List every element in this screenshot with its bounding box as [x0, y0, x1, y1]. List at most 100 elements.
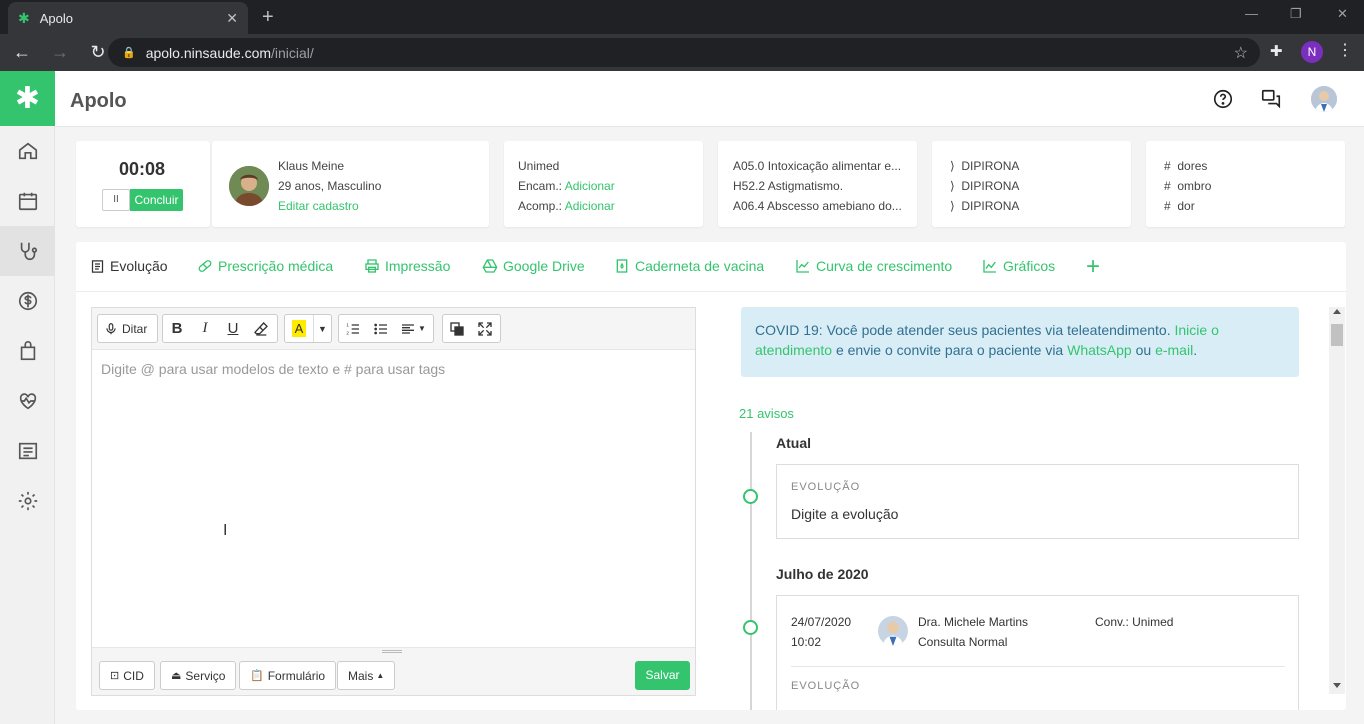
- area-chart-icon: [983, 260, 996, 273]
- entry-doctor: Dra. Michele Martins: [918, 615, 1029, 629]
- scrollbar-thumb[interactable]: [1331, 324, 1343, 346]
- app-title: Apolo: [70, 90, 127, 112]
- id-card-icon: ⊡: [110, 670, 120, 682]
- address-bar[interactable]: 🔒 apolo.ninsaude.com/inicial/ ☆: [108, 38, 1260, 67]
- browser-profile-avatar[interactable]: N: [1301, 41, 1323, 63]
- tags-card[interactable]: # dores # ombro # dor: [1146, 141, 1345, 227]
- covid-text: COVID 19: Você pode atender seus pacient…: [755, 322, 1171, 338]
- timeline-pane: COVID 19: Você pode atender seus pacient…: [726, 292, 1331, 710]
- diagnoses-card[interactable]: A05.0 Intoxicação alimentar e... H52.2 A…: [718, 141, 917, 227]
- main-panel: Evolução Prescrição médica Impressão Goo…: [76, 242, 1346, 710]
- restore-icon[interactable]: ❐: [1290, 6, 1302, 22]
- translate-icon[interactable]: [443, 315, 471, 342]
- editor-resize-handle[interactable]: [92, 647, 695, 655]
- help-icon[interactable]: [1212, 88, 1234, 113]
- view-group: [442, 314, 501, 343]
- scroll-up-icon[interactable]: [1333, 309, 1341, 314]
- pause-button[interactable]: II: [102, 189, 130, 211]
- sidebar-item-reports[interactable]: [0, 426, 55, 476]
- user-avatar[interactable]: [1311, 86, 1337, 112]
- covid-text: e envie o convite para o paciente via: [835, 342, 1064, 358]
- medications-card[interactable]: ⟩ DIPIRONA ⟩ DIPIRONA ⟩ DIPIRONA: [932, 141, 1131, 227]
- list-group: 12 ▼: [338, 314, 434, 343]
- minimize-icon[interactable]: —: [1245, 6, 1258, 21]
- current-evolution-card[interactable]: EVOLUÇÃO Digite a evolução: [776, 464, 1299, 539]
- tab-google-drive[interactable]: Google Drive: [482, 258, 585, 274]
- timeline-dot: [743, 620, 758, 635]
- extensions-icon[interactable]: ✚: [1270, 42, 1283, 60]
- vaccine-book-icon: [616, 259, 628, 273]
- acomp-label: Acomp.:: [518, 199, 563, 213]
- sidebar-item-calendar[interactable]: [0, 176, 55, 226]
- form-label: Formulário: [267, 668, 326, 683]
- tab-impressao[interactable]: Impressão: [364, 258, 450, 274]
- line-chart-icon: [796, 260, 809, 273]
- service-button[interactable]: ⏏ Serviço: [160, 661, 237, 690]
- sidebar-item-home[interactable]: [0, 126, 55, 176]
- italic-icon[interactable]: I: [191, 315, 219, 342]
- highlight-color-icon[interactable]: A: [285, 315, 313, 342]
- timeline-dot: [743, 489, 758, 504]
- caret-up-icon: ▲: [376, 671, 385, 680]
- sidebar-item-health[interactable]: [0, 376, 55, 426]
- sidebar-item-attendance[interactable]: [0, 226, 55, 276]
- tab-label: Impressão: [385, 258, 451, 274]
- insurance-card: Unimed Encam.: Adicionar Acomp.: Adicion…: [504, 141, 703, 227]
- save-button[interactable]: Salvar: [635, 661, 690, 690]
- window-close-icon[interactable]: ✕: [1337, 6, 1348, 22]
- scroll-down-icon[interactable]: [1333, 683, 1341, 688]
- dollar-icon: [18, 291, 37, 311]
- report-icon: [18, 442, 37, 460]
- email-link[interactable]: e-mail: [1155, 342, 1193, 358]
- sidebar-item-finance[interactable]: [0, 276, 55, 326]
- tab-label: Curva de crescimento: [816, 258, 953, 274]
- timeline-entry-card[interactable]: 24/07/2020 10:02 Dra. Michele Martins Co…: [776, 595, 1299, 710]
- format-group: B I U: [162, 314, 278, 343]
- dictate-button[interactable]: Ditar: [97, 314, 158, 343]
- entry-type: Consulta Normal: [918, 635, 1008, 649]
- tab-curva-crescimento[interactable]: Curva de crescimento: [795, 258, 952, 274]
- ordered-list-icon[interactable]: 12: [339, 315, 367, 342]
- stethoscope-icon: [20, 242, 37, 261]
- add-acomp-link[interactable]: Adicionar: [565, 199, 615, 213]
- add-encam-link[interactable]: Adicionar: [565, 179, 615, 193]
- patient-card: Klaus Meine 29 anos, Masculino Editar ca…: [212, 141, 489, 227]
- tab-evolucao[interactable]: Evolução: [90, 258, 168, 274]
- bullet-list-icon[interactable]: [367, 315, 395, 342]
- underline-icon[interactable]: U: [219, 315, 247, 342]
- timer-value: 00:08: [119, 159, 166, 179]
- whatsapp-link[interactable]: WhatsApp: [1067, 342, 1132, 358]
- browser-menu-icon[interactable]: ⋮: [1337, 40, 1353, 60]
- finish-button[interactable]: Concluir: [130, 189, 183, 211]
- url-domain: apolo.ninsaude.com: [145, 44, 272, 61]
- alerts-count-link[interactable]: 21 avisos: [739, 406, 794, 421]
- new-tab-icon[interactable]: +: [262, 6, 274, 29]
- more-button[interactable]: Mais ▲: [337, 661, 396, 690]
- add-tab-icon[interactable]: +: [1086, 253, 1100, 281]
- tab-graficos[interactable]: Gráficos: [982, 258, 1055, 274]
- browser-tab[interactable]: ✱ Apolo ✕: [8, 2, 248, 34]
- fullscreen-icon[interactable]: [471, 315, 499, 342]
- forward-icon[interactable]: →: [44, 42, 76, 63]
- bookmark-star-icon[interactable]: ☆: [1234, 43, 1248, 63]
- close-tab-icon[interactable]: ✕: [226, 10, 238, 27]
- tab-prescricao[interactable]: Prescrição médica: [197, 258, 333, 274]
- timeline-scrollbar[interactable]: [1329, 307, 1345, 694]
- align-dropdown-icon[interactable]: ▼: [395, 315, 431, 342]
- editor-placeholder[interactable]: Digite @ para usar modelos de texto e # …: [101, 361, 445, 377]
- bold-icon[interactable]: B: [163, 315, 191, 342]
- tab-caderneta-vacina[interactable]: Caderneta de vacina: [614, 258, 764, 274]
- doctor-avatar: [878, 616, 908, 646]
- eraser-icon[interactable]: [247, 315, 275, 342]
- sidebar-item-stock[interactable]: [0, 326, 55, 376]
- edit-patient-link[interactable]: Editar cadastro: [278, 199, 359, 213]
- form-button[interactable]: 📋 Formulário: [239, 661, 337, 690]
- sidebar-item-settings[interactable]: [0, 476, 55, 526]
- chat-icon[interactable]: [1260, 88, 1282, 113]
- pill-icon: [198, 260, 212, 272]
- back-icon[interactable]: ←: [6, 42, 38, 63]
- timeline-line: [750, 432, 752, 710]
- chevron-down-icon[interactable]: ▼: [313, 315, 331, 342]
- app-logo-icon[interactable]: ✱: [0, 71, 55, 126]
- cid-button[interactable]: ⊡ CID: [99, 661, 155, 690]
